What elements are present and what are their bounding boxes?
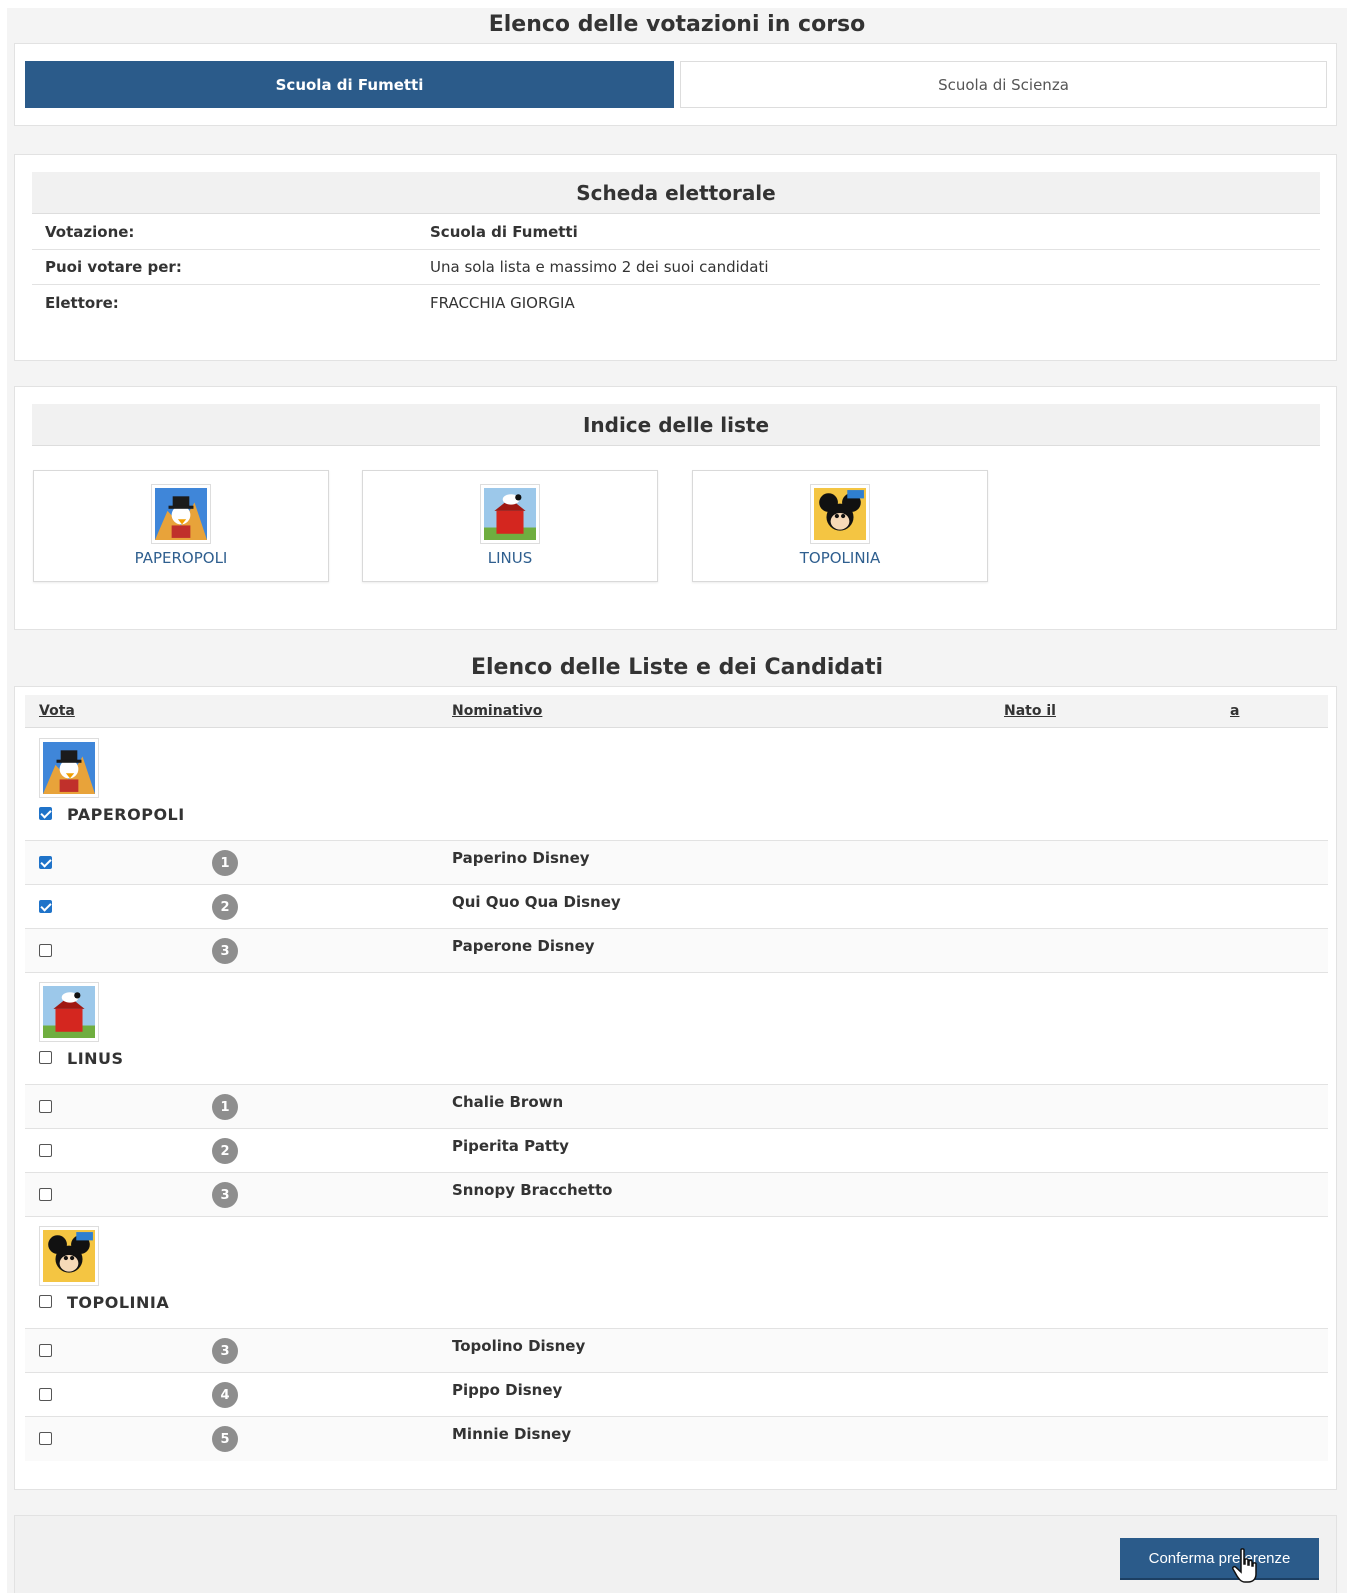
index-card-paperopoli[interactable]: PAPEROPOLI (33, 470, 329, 582)
linus-logo-icon (39, 982, 99, 1042)
page-title: Elenco delle votazioni in corso (488, 12, 866, 37)
ballot-value: Una sola lista e massimo 2 dei suoi cand… (430, 258, 769, 276)
candidate-name: Paperone Disney (452, 937, 595, 955)
candidate-name: Minnie Disney (452, 1425, 572, 1443)
index-card-linus[interactable]: LINUS (362, 470, 658, 582)
tab-scuola-di-fumetti[interactable]: Scuola di Fumetti (25, 61, 674, 108)
ballot-row-puoi-votare: Puoi votare per: Una sola lista e massim… (32, 250, 1320, 285)
table-row: 5 Minnie Disney (25, 1417, 1328, 1461)
column-header-vota[interactable]: Vota (39, 703, 75, 719)
list-checkbox-linus[interactable] (39, 1051, 52, 1064)
candidate-number-badge: 4 (212, 1382, 238, 1408)
list-checkbox-topolinia[interactable] (39, 1295, 52, 1308)
table-row: 2 Qui Quo Qua Disney (25, 885, 1328, 929)
candidate-number-badge: 3 (212, 1338, 238, 1364)
column-header-nato-il[interactable]: Nato il (1004, 703, 1056, 719)
list-name: PAPEROPOLI (67, 805, 185, 824)
ballot-row-votazione: Votazione: Scuola di Fumetti (32, 215, 1320, 250)
candidate-checkbox[interactable] (39, 856, 52, 869)
topolinia-logo-icon (39, 1226, 99, 1286)
table-row: 2 Piperita Patty (25, 1129, 1328, 1173)
paperopoli-logo-icon (39, 738, 99, 798)
candidate-number-badge: 2 (212, 894, 238, 920)
table-row: 4 Pippo Disney (25, 1373, 1328, 1417)
table-header (25, 695, 1328, 728)
confirm-preferences-button[interactable]: Conferma preferenze (1120, 1538, 1319, 1580)
index-card-topolinia[interactable]: TOPOLINIA (692, 470, 988, 582)
ballot-row-elettore: Elettore: FRACCHIA GIORGIA (32, 285, 1320, 320)
candidate-checkbox[interactable] (39, 1344, 52, 1357)
candidate-number-badge: 3 (212, 1182, 238, 1208)
table-row: 3 Snnopy Bracchetto (25, 1173, 1328, 1217)
hand-cursor-icon (1232, 1548, 1257, 1583)
candidate-checkbox[interactable] (39, 1100, 52, 1113)
candidate-number-badge: 1 (212, 1094, 238, 1120)
table-row: 1 Chalie Brown (25, 1085, 1328, 1129)
column-header-a[interactable]: a (1230, 703, 1239, 719)
candidate-name: Chalie Brown (452, 1093, 564, 1111)
topolinia-logo-icon (810, 484, 870, 544)
index-title: Indice delle liste (32, 404, 1320, 446)
table-row: 3 Paperone Disney (25, 929, 1328, 973)
candidate-name: Piperita Patty (452, 1137, 569, 1155)
index-card-label: PAPEROPOLI (134, 549, 228, 567)
list-checkbox-paperopoli[interactable] (39, 807, 52, 820)
candidate-name: Paperino Disney (452, 849, 590, 867)
index-card-label: LINUS (487, 549, 533, 567)
tab-scuola-di-scienza[interactable]: Scuola di Scienza (680, 61, 1327, 108)
ballot-value: FRACCHIA GIORGIA (430, 293, 575, 312)
candidate-checkbox[interactable] (39, 1388, 52, 1401)
candidate-name: Qui Quo Qua Disney (452, 893, 621, 911)
candidate-number-badge: 5 (212, 1426, 238, 1452)
linus-logo-icon (480, 484, 540, 544)
ballot-key: Puoi votare per: (45, 258, 182, 276)
candidate-checkbox[interactable] (39, 900, 52, 913)
column-header-nominativo[interactable]: Nominativo (452, 703, 542, 719)
candidate-checkbox[interactable] (39, 1144, 52, 1157)
paperopoli-logo-icon (151, 484, 211, 544)
ballot-title: Scheda elettorale (32, 172, 1320, 214)
table-row: 1 Paperino Disney (25, 841, 1328, 885)
ballot-key: Votazione: (45, 223, 135, 241)
candidate-number-badge: 2 (212, 1138, 238, 1164)
candidate-checkbox[interactable] (39, 944, 52, 957)
candidate-name: Pippo Disney (452, 1381, 563, 1399)
ballot-key: Elettore: (45, 293, 119, 312)
index-card-label: TOPOLINIA (799, 549, 881, 567)
table-row: 3 Topolino Disney (25, 1329, 1328, 1373)
candidate-name: Topolino Disney (452, 1337, 586, 1355)
list-name: TOPOLINIA (67, 1293, 170, 1312)
candidate-checkbox[interactable] (39, 1432, 52, 1445)
candidate-number-badge: 1 (212, 850, 238, 876)
list-name: LINUS (67, 1049, 124, 1068)
candidate-number-badge: 3 (212, 938, 238, 964)
candidate-name: Snnopy Bracchetto (452, 1181, 613, 1199)
candidates-title: Elenco delle Liste e dei Candidati (470, 655, 884, 680)
ballot-value: Scuola di Fumetti (430, 223, 578, 241)
candidate-checkbox[interactable] (39, 1188, 52, 1201)
